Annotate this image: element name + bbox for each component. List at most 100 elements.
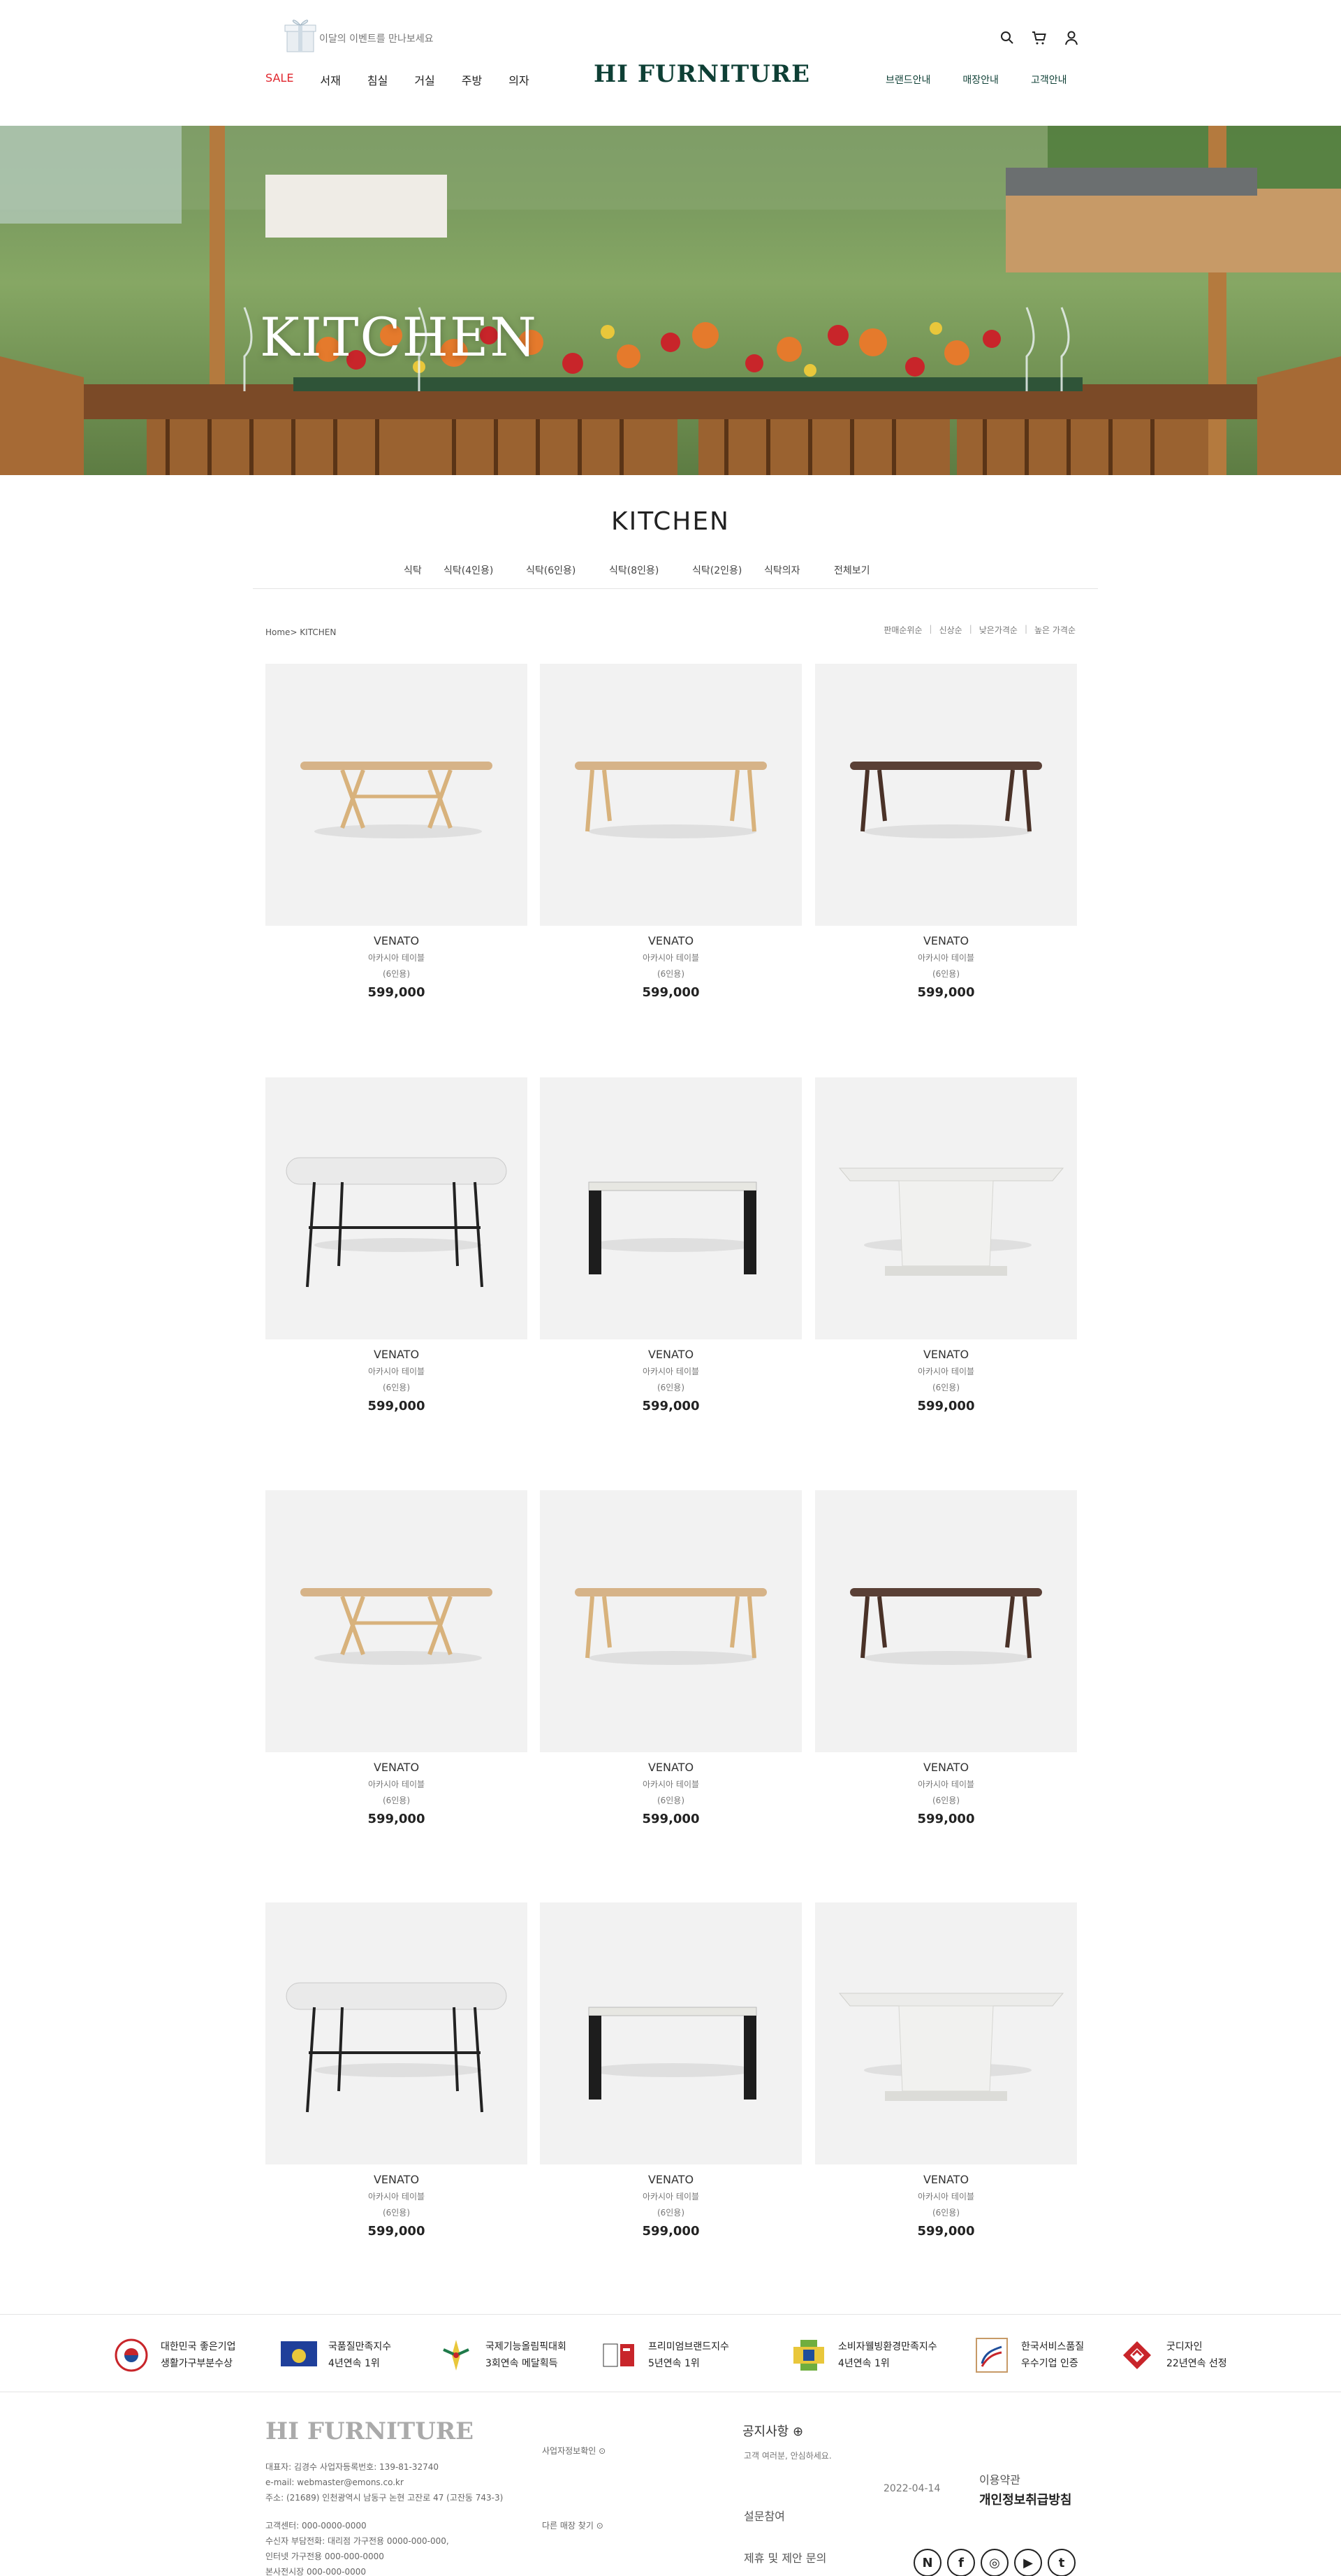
naver-icon[interactable]: N	[914, 2549, 941, 2576]
product-image[interactable]	[265, 1490, 527, 1752]
youtube-icon[interactable]: ▶	[1014, 2549, 1042, 2576]
subnav-item-dining-chair[interactable]: 식탁의자	[764, 563, 800, 577]
premium-brand-icon	[603, 2343, 634, 2367]
product-image[interactable]	[540, 1902, 802, 2164]
product-name[interactable]: VENATO	[265, 934, 527, 947]
category-subnav: 식탁 식탁(4인용) 식탁(6인용) 식탁(8인용) 식탁(2인용) 식탁의자 …	[0, 563, 1341, 577]
facebook-icon[interactable]: f	[947, 2549, 975, 2576]
breadcrumb[interactable]: Home> KITCHEN	[265, 627, 336, 637]
user-icon[interactable]	[1063, 29, 1080, 46]
nav-item-customer[interactable]: 고객안내	[1031, 73, 1067, 87]
table-illustration	[838, 1167, 1064, 1276]
korea-good-company-icon	[115, 2338, 148, 2372]
table-illustration	[286, 1157, 507, 1288]
service-quality-icon	[976, 2338, 1008, 2373]
subnav-divider	[253, 588, 1098, 589]
partnership-link[interactable]: 제휴 및 제안 문의	[744, 2549, 826, 2566]
sort-high-price[interactable]: 높은 가격순	[1034, 624, 1076, 636]
award-line1: 프리미엄브랜드지수	[648, 2341, 729, 2352]
gift-icon[interactable]	[283, 14, 318, 53]
product-description: 아카시아 테이블	[917, 953, 975, 963]
hero-banner: KITCHEN	[0, 126, 1341, 475]
cart-icon[interactable]	[1031, 29, 1048, 46]
product-card[interactable]: VENATO 아카시아 테이블 (6인용) 599,000	[815, 1490, 1077, 1826]
info-nav: 브랜드안내 매장안내 고객안내	[886, 73, 1099, 87]
subnav-item-view-all[interactable]: 전체보기	[834, 563, 870, 577]
product-price: 599,000	[367, 2224, 425, 2239]
notice-preview[interactable]: 고객 여러분, 안심하세요.	[744, 2450, 832, 2461]
good-design-icon	[1123, 2341, 1151, 2369]
product-name[interactable]: VENATO	[265, 1761, 527, 1774]
product-card[interactable]: VENATO 아카시아 테이블 (6인용) 599,000	[265, 664, 527, 1000]
table-illustration	[850, 762, 1042, 838]
product-card[interactable]: VENATO 아카시아 테이블 (6인용) 599,000	[815, 1077, 1077, 1413]
product-card[interactable]: VENATO 아카시아 테이블 (6인용) 599,000	[540, 1902, 802, 2239]
subnav-item-table-6[interactable]: 식탁(6인용)	[526, 563, 576, 577]
worldskills-icon	[443, 2340, 469, 2371]
info-email: e-mail: webmaster@emons.co.kr	[265, 2477, 404, 2487]
product-size: (6인용)	[657, 969, 685, 979]
product-image[interactable]	[815, 1490, 1077, 1752]
award-line2: 우수기업 인증	[1021, 2358, 1078, 2369]
product-card[interactable]: VENATO 아카시아 테이블 (6인용) 599,000	[265, 1902, 527, 2239]
product-card[interactable]: VENATO 아카시아 테이블 (6인용) 599,000	[540, 1077, 802, 1413]
product-name[interactable]: VENATO	[540, 2173, 802, 2186]
product-name[interactable]: VENATO	[540, 1761, 802, 1774]
product-name[interactable]: VENATO	[815, 934, 1077, 947]
product-image[interactable]	[815, 1077, 1077, 1339]
product-image[interactable]	[815, 664, 1077, 926]
product-name[interactable]: VENATO	[815, 1348, 1077, 1361]
product-name[interactable]: VENATO	[815, 1761, 1077, 1774]
nav-item-brand[interactable]: 브랜드안내	[886, 73, 930, 87]
award-line2: 생활가구부분수상	[161, 2358, 233, 2369]
search-icon[interactable]	[999, 29, 1016, 46]
biz-info-link[interactable]: 사업자정보확인 ⊙	[542, 2445, 606, 2457]
twitter-icon[interactable]: t	[1048, 2549, 1076, 2576]
site-logo[interactable]: HI FURNITURE	[0, 60, 1341, 88]
product-card[interactable]: VENATO 아카시아 테이블 (6인용) 599,000	[540, 664, 802, 1000]
subnav-item-table[interactable]: 식탁	[404, 563, 422, 577]
info-toll-free: 수신자 부담전화: 대리점 가구전용 0000-000-000,	[265, 2536, 449, 2546]
sort-low-price[interactable]: 낮은가격순	[979, 624, 1018, 636]
product-name[interactable]: VENATO	[540, 934, 802, 947]
product-card[interactable]: VENATO 아카시아 테이블 (6인용) 599,000	[540, 1490, 802, 1826]
nav-item-stores[interactable]: 매장안내	[962, 73, 999, 87]
subnav-item-table-8[interactable]: 식탁(8인용)	[609, 563, 659, 577]
survey-link[interactable]: 설문참여	[744, 2507, 785, 2524]
table-illustration	[286, 1982, 507, 2113]
product-image[interactable]	[265, 1902, 527, 2164]
privacy-link[interactable]: 개인정보취급방침	[979, 2490, 1071, 2508]
product-card[interactable]: VENATO 아카시아 테이블 (6인용) 599,000	[815, 1902, 1077, 2239]
sort-new[interactable]: 신상순	[939, 624, 962, 636]
award-item: 프리미엄브랜드지수 5년연속 1위	[599, 2336, 729, 2375]
event-banner-text[interactable]: 이달의 이벤트를 만나보세요	[319, 31, 433, 45]
store-finder-link[interactable]: 다른 매장 찾기 ⊙	[542, 2519, 603, 2531]
notice-title[interactable]: 공지사항 ⊕	[742, 2422, 803, 2440]
award-line2: 22년연속 선정	[1166, 2358, 1227, 2369]
product-image[interactable]	[540, 664, 802, 926]
product-image[interactable]	[265, 1077, 527, 1339]
award-line1: 국품질만족지수	[328, 2341, 392, 2352]
footer-logo[interactable]: HI FURNITURE	[265, 2417, 474, 2445]
product-name[interactable]: VENATO	[265, 2173, 527, 2186]
product-image[interactable]	[815, 1902, 1077, 2164]
product-image[interactable]	[540, 1490, 802, 1752]
product-name[interactable]: VENATO	[815, 2173, 1077, 2186]
terms-link[interactable]: 이용약관	[979, 2471, 1020, 2487]
product-card[interactable]: VENATO 아카시아 테이블 (6인용) 599,000	[265, 1077, 527, 1413]
header-utility-icons	[999, 29, 1080, 46]
product-card[interactable]: VENATO 아카시아 테이블 (6인용) 599,000	[265, 1490, 527, 1826]
product-name[interactable]: VENATO	[265, 1348, 527, 1361]
sort-best[interactable]: 판매순위순	[884, 624, 922, 636]
product-image[interactable]	[265, 664, 527, 926]
product-description: 아카시아 테이블	[367, 1780, 425, 1789]
product-size: (6인용)	[382, 1796, 411, 1805]
instagram-icon[interactable]: ◎	[981, 2549, 1009, 2576]
product-card[interactable]: VENATO 아카시아 테이블 (6인용) 599,000	[815, 664, 1077, 1000]
product-price: 599,000	[367, 1812, 425, 1826]
award-item: 한국서비스품질 우수기업 인증	[972, 2336, 1084, 2375]
subnav-item-table-2[interactable]: 식탁(2인용)	[692, 563, 742, 577]
product-name[interactable]: VENATO	[540, 1348, 802, 1361]
subnav-item-table-4[interactable]: 식탁(4인용)	[444, 563, 493, 577]
product-image[interactable]	[540, 1077, 802, 1339]
